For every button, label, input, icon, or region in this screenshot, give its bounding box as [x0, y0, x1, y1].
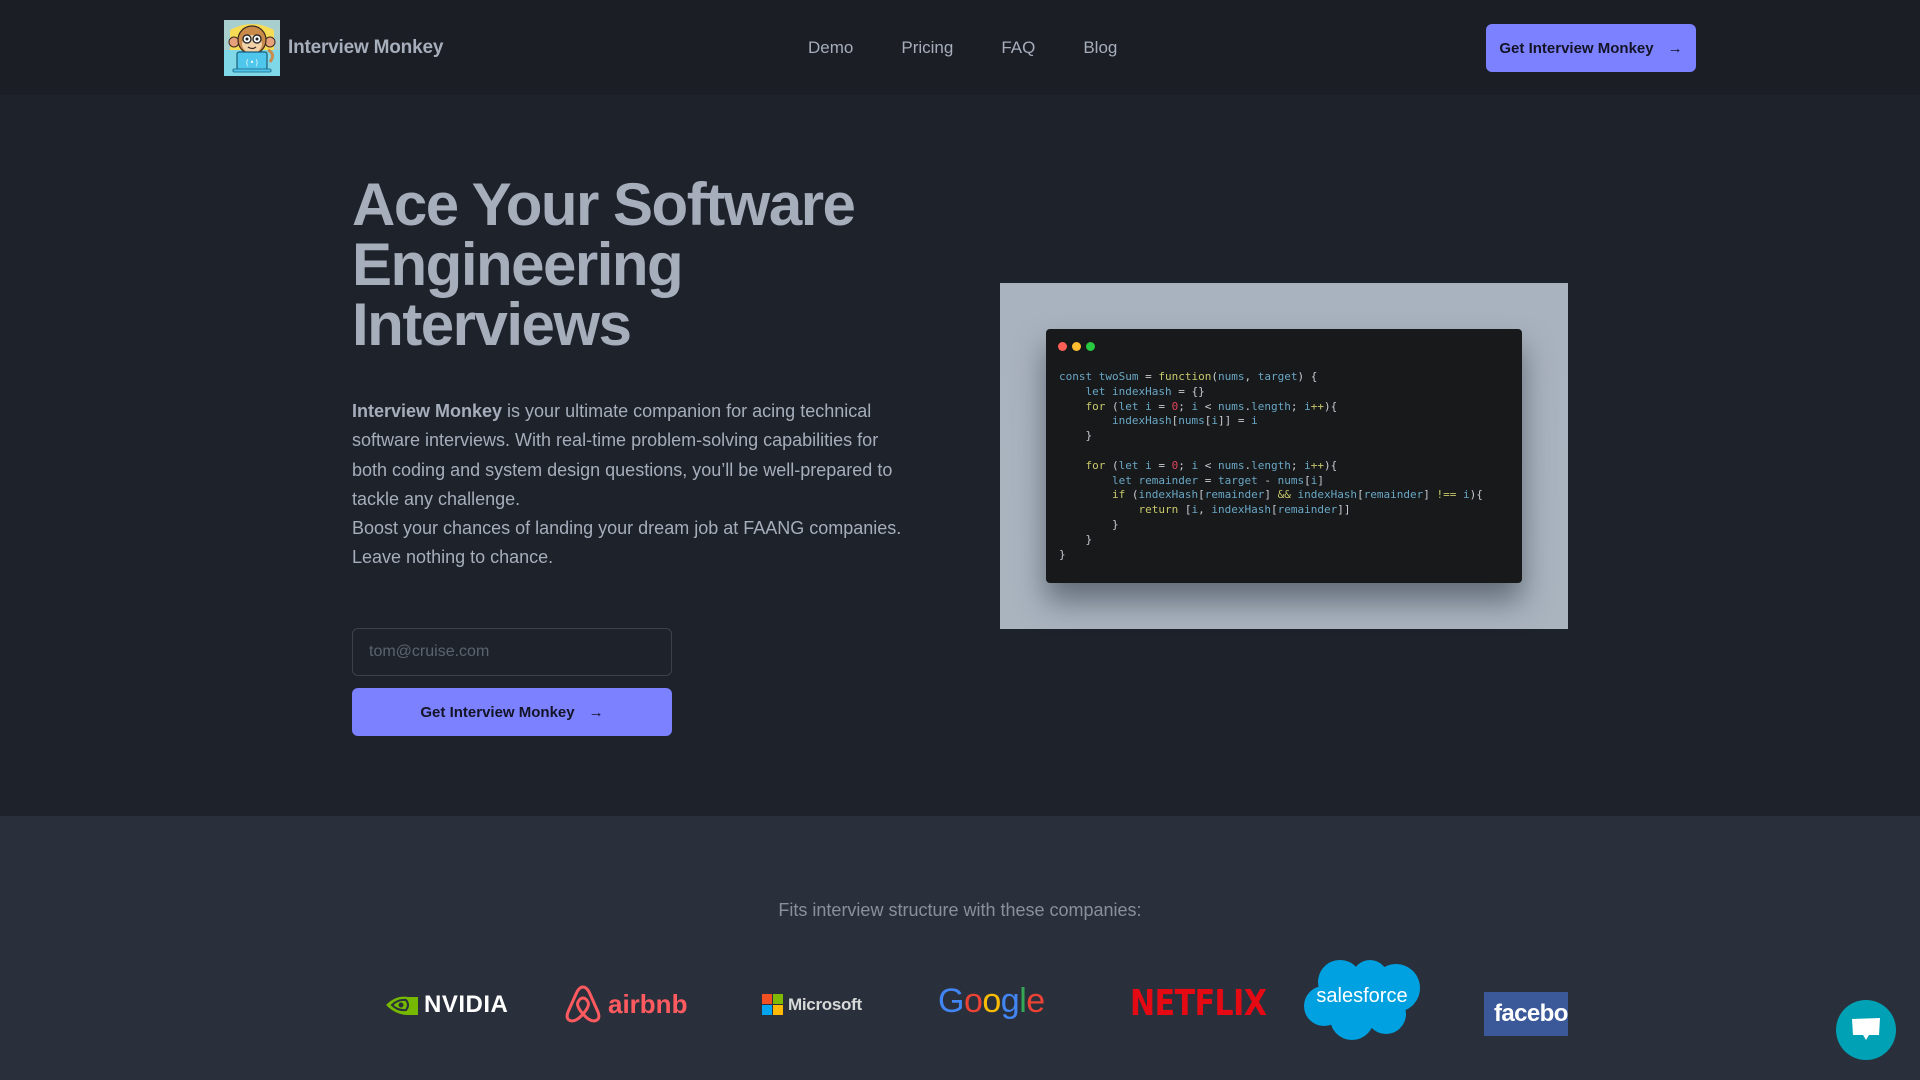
code-line: for (let i = 0; i < nums.length; i++){	[1085, 399, 1338, 413]
google-logo: Google	[938, 982, 1045, 1021]
company-logo-strip: NVIDIA airbnb Microsoft Google NETFLIX s…	[352, 956, 1568, 1066]
microsoft-wordmark: Microsoft	[788, 994, 862, 1014]
chat-widget-button[interactable]	[1836, 1000, 1896, 1060]
minimize-dot-icon	[1072, 342, 1081, 351]
airbnb-belo-icon	[565, 985, 601, 1023]
code-screenshot: const twoSum = function(nums, target) { …	[1000, 283, 1568, 629]
code-window: const twoSum = function(nums, target) { …	[1046, 329, 1522, 583]
code-line: indexHash[nums[i]] = i	[1111, 414, 1258, 428]
google-letter: e	[1026, 982, 1045, 1020]
hero-headline: Ace Your Software Engineering Interviews	[352, 171, 856, 358]
companies-section: Fits interview structure with these comp…	[0, 816, 1920, 1080]
nav-link-pricing[interactable]: Pricing	[901, 36, 953, 60]
nav-get-interview-monkey-button[interactable]: Get Interview Monkey →	[1486, 24, 1696, 72]
svg-text:(•): (•)	[245, 58, 259, 67]
code-line: }	[1111, 517, 1119, 531]
salesforce-logo: salesforce	[1300, 956, 1424, 1046]
maximize-dot-icon	[1086, 342, 1095, 351]
airbnb-wordmark: airbnb	[608, 988, 688, 1019]
google-letter: o	[963, 982, 983, 1020]
code-line: let remainder = target - nums[i]	[1111, 473, 1324, 487]
hero-description-brand: Interview Monkey	[352, 401, 503, 421]
nvidia-wordmark: NVIDIA	[424, 991, 509, 1018]
code-line: }	[1059, 547, 1066, 561]
google-letter: l	[1019, 982, 1027, 1020]
navbar: (•) Interview Monkey Demo Pricing FAQ Bl…	[0, 0, 1920, 95]
nvidia-eye-icon	[386, 996, 418, 1015]
nav-link-demo[interactable]: Demo	[808, 36, 853, 60]
microsoft-squares-icon	[762, 994, 783, 1015]
hero-section: Ace Your Software Engineering Interviews…	[0, 95, 1920, 816]
google-letter: o	[982, 982, 1001, 1020]
brand-link[interactable]: (•) Interview Monkey	[224, 20, 443, 76]
salesforce-wordmark: salesforce	[1316, 985, 1407, 1007]
hero-description: Interview Monkey is your ultimate compan…	[352, 397, 912, 573]
arrow-right-icon: →	[588, 703, 604, 721]
salesforce-cloud-icon: salesforce	[1304, 960, 1420, 1040]
arrow-right-icon: →	[1667, 39, 1683, 57]
netflix-logo: NETFLIX	[1130, 982, 1267, 1025]
close-dot-icon	[1058, 342, 1067, 351]
hero-cta-label: Get Interview Monkey	[420, 703, 575, 721]
code-line: let indexHash = {}	[1085, 384, 1205, 398]
chat-bubble-icon	[1852, 1018, 1880, 1040]
nav-link-faq[interactable]: FAQ	[1001, 36, 1035, 60]
code-line: const twoSum = function(nums, target) {	[1059, 370, 1318, 383]
brand-name: Interview Monkey	[288, 37, 444, 58]
microsoft-logo: Microsoft	[762, 994, 862, 1015]
companies-title: Fits interview structure with these comp…	[778, 900, 1142, 920]
google-letter: G	[938, 982, 964, 1020]
main-nav: Demo Pricing FAQ Blog	[808, 36, 1165, 60]
code-line: for (let i = 0; i < nums.length; i++){	[1085, 458, 1338, 472]
hero-get-interview-monkey-button[interactable]: Get Interview Monkey →	[352, 688, 672, 736]
code-line: }	[1085, 429, 1093, 443]
window-controls	[1058, 342, 1095, 351]
code-snippet: const twoSum = function(nums, target) { …	[1059, 370, 1483, 562]
monkey-logo-icon: (•)	[224, 20, 280, 76]
nav-cta-label: Get Interview Monkey	[1499, 39, 1654, 57]
nav-link-blog[interactable]: Blog	[1083, 36, 1117, 60]
facebook-logo: facebo	[1484, 992, 1568, 1036]
nvidia-logo: NVIDIA	[384, 991, 508, 1019]
code-line: }	[1085, 532, 1093, 546]
airbnb-logo: airbnb	[564, 984, 687, 1024]
email-input[interactable]	[352, 628, 672, 676]
code-line: if (indexHash[remainder] && indexHash[re…	[1111, 488, 1483, 502]
hero-description-line2: Boost your chances of landing your dream…	[352, 518, 902, 568]
google-letter: g	[1000, 982, 1020, 1020]
code-line: return [i, indexHash[remainder]]	[1138, 503, 1351, 517]
